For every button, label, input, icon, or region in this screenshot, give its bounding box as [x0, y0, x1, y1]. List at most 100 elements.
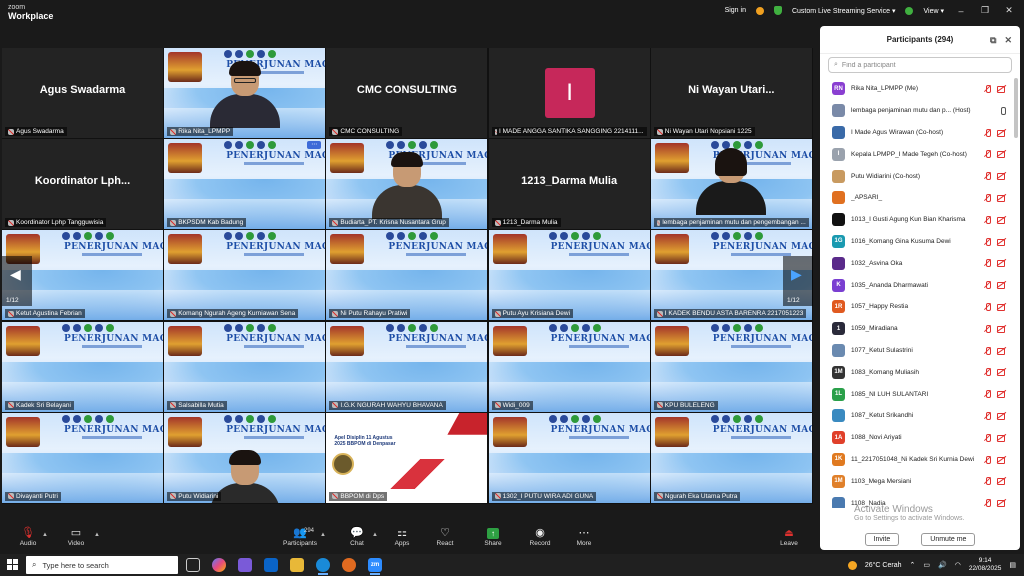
- participant-row[interactable]: lembaga penjaminan mutu dan p... (Host): [820, 100, 1012, 122]
- video-tile[interactable]: Koordinator Lph... Koordinator Lphp Tangg…: [2, 139, 163, 230]
- video-tile[interactable]: Agus Swadarma Agus Swadarma: [2, 48, 163, 138]
- participant-row[interactable]: 1032_Asvina Oka: [820, 252, 1012, 274]
- participant-row[interactable]: 1K 11_2217051048_Ni Kadek Sri Kurnia Dewi: [820, 449, 1012, 471]
- video-tile[interactable]: PENERJUNAN MAGANG 1302_I PUTU WIRA ADI GU…: [488, 412, 650, 503]
- taskbar-search-input[interactable]: [42, 560, 163, 570]
- sign-in-link[interactable]: Sign in: [725, 7, 746, 14]
- video-tile[interactable]: PENERJUNAN MAGANG Kadek Sri Belayani: [2, 321, 163, 412]
- streaming-dropdown[interactable]: Custom Live Streaming Service ▾: [792, 7, 896, 15]
- wifi-icon[interactable]: ◠: [955, 561, 961, 569]
- participant-search-input[interactable]: [841, 61, 992, 69]
- audio-options-caret[interactable]: ▲: [42, 532, 48, 538]
- notification-icon[interactable]: [755, 6, 764, 15]
- page-indicator-left: 1/12: [6, 297, 19, 304]
- tray-overflow-icon[interactable]: ⌃: [910, 561, 916, 569]
- more-button[interactable]: ⋯ More: [564, 526, 604, 547]
- participant-list-scrollbar[interactable]: [1014, 78, 1018, 138]
- outlook-icon[interactable]: [264, 558, 278, 572]
- share-button[interactable]: ↑ Share: [473, 526, 513, 547]
- participant-row[interactable]: 1A 1088_Novi Ariyati: [820, 427, 1012, 449]
- video-tile[interactable]: PENERJUNAN MAGANG Ni Putu Rahayu Pratiwi: [326, 230, 488, 321]
- participant-search[interactable]: ⌕: [828, 57, 1012, 73]
- encryption-icon[interactable]: [905, 6, 914, 15]
- close-window-button[interactable]: ✕: [1002, 5, 1016, 16]
- participant-row[interactable]: 1 1059_Miradiana: [820, 318, 1012, 340]
- participant-row[interactable]: 1013_I Gusti Agung Kun Bian Kharisma: [820, 209, 1012, 231]
- participant-row[interactable]: 1077_Ketut Sulastrini: [820, 340, 1012, 362]
- firefox-icon[interactable]: [342, 558, 356, 572]
- security-shield-icon[interactable]: [773, 6, 782, 15]
- video-tile[interactable]: 1213_Darma Mulia 1213_Darma Mulia: [488, 139, 650, 230]
- video-button[interactable]: ▭ Video: [56, 526, 96, 547]
- mic-muted-icon: [494, 219, 501, 226]
- video-tile[interactable]: CMC CONSULTING CMC CONSULTING: [326, 48, 488, 138]
- restore-button[interactable]: ❐: [978, 5, 992, 16]
- clock[interactable]: 9:14 22/08/2025: [969, 557, 1002, 573]
- video-tile[interactable]: PENERJUNAN MAGANG Komang Ngurah Ageng Kur…: [164, 230, 326, 321]
- video-options-caret[interactable]: ▲: [94, 532, 100, 538]
- video-tile[interactable]: PENERJUNAN MAGANGBudiarta_PT. Krisna Nus…: [326, 139, 488, 230]
- participant-row[interactable]: 1M 1083_Komang Muliasih: [820, 361, 1012, 383]
- avatar: [832, 125, 845, 139]
- participant-row[interactable]: I Made Agus Wirawan (Co-host): [820, 122, 1012, 144]
- teams-icon[interactable]: [238, 558, 252, 572]
- magang-banner-background: PENERJUNAN MAGANG: [164, 230, 326, 321]
- file-explorer-icon[interactable]: [290, 558, 304, 572]
- react-button[interactable]: ♡ React: [425, 526, 465, 547]
- video-tile[interactable]: PENERJUNAN MAGANGlembaga penjaminan mutu…: [650, 139, 812, 230]
- clock-date: 22/08/2025: [968, 565, 1002, 572]
- video-tile[interactable]: Apel Disiplin 11 Agustus 2025 BBPOM di D…: [326, 412, 488, 503]
- video-tile[interactable]: PENERJUNAN MAGANG⋯ BKPSDM Kab Badung: [164, 139, 326, 230]
- copilot-icon[interactable]: [212, 558, 226, 572]
- video-tile[interactable]: PENERJUNAN MAGANG Salsabilla Mutia: [164, 321, 326, 412]
- weather-text[interactable]: 26°C Cerah: [865, 562, 902, 569]
- invite-button[interactable]: Invite: [864, 532, 900, 546]
- apps-button[interactable]: ⚏ Apps: [382, 526, 422, 547]
- close-panel-icon[interactable]: ✕: [1004, 35, 1012, 46]
- video-tile[interactable]: PENERJUNAN MAGANG KPU BULELENG: [650, 321, 812, 412]
- participant-row[interactable]: 1R 1057_Happy Restia: [820, 296, 1012, 318]
- edge-icon[interactable]: [316, 558, 330, 575]
- mic-muted-icon: [8, 219, 14, 226]
- zoom-taskbar-icon[interactable]: zm: [368, 558, 382, 575]
- video-tile[interactable]: PENERJUNAN MAGANG Divayanti Putri: [2, 412, 163, 503]
- participant-row[interactable]: 1087_Ketut Srikandhi: [820, 405, 1012, 427]
- participants-options-caret[interactable]: ▲: [320, 532, 326, 538]
- video-tile[interactable]: PENERJUNAN MAGANG Putu Widiarini: [164, 412, 326, 503]
- tile-more-options-icon[interactable]: ⋯: [307, 141, 322, 150]
- minimize-button[interactable]: –: [954, 6, 968, 16]
- prev-page-button[interactable]: ◀ 1/12: [2, 256, 32, 306]
- chat-options-caret[interactable]: ▲: [372, 532, 378, 538]
- participant-row[interactable]: 1M 1103_Mega Mersiani: [820, 470, 1012, 492]
- leave-button[interactable]: ⏏ Leave: [769, 526, 809, 547]
- pop-out-icon[interactable]: ⧉: [990, 35, 996, 46]
- participant-row[interactable]: _APSARI_: [820, 187, 1012, 209]
- chat-button[interactable]: 💬 Chat: [337, 526, 377, 547]
- participant-row[interactable]: I Kepala LPMPP_I Made Tegeh (Co-host): [820, 143, 1012, 165]
- participant-row[interactable]: RN Rika Nita_LPMPP (Me): [820, 78, 1012, 100]
- video-tile[interactable]: PENERJUNAN MAGANGRika Nita_LPMPP: [164, 48, 326, 138]
- unmute-me-button[interactable]: Unmute me: [921, 532, 976, 546]
- next-page-button[interactable]: ▶ 1/12: [783, 256, 813, 306]
- windows-start-icon[interactable]: [7, 559, 18, 570]
- video-tile[interactable]: Ni Wayan Utari... Ni Wayan Utari Nopsiani…: [650, 48, 812, 138]
- task-view-icon[interactable]: [186, 558, 200, 572]
- view-dropdown[interactable]: View ▾: [923, 7, 944, 15]
- video-tile[interactable]: PENERJUNAN MAGANG I.G.K NGURAH WAHYU BHAV…: [326, 321, 488, 412]
- record-button[interactable]: ◉ Record: [520, 526, 560, 547]
- weather-sun-icon[interactable]: [847, 560, 857, 570]
- video-tile[interactable]: PENERJUNAN MAGANG Widi_009: [488, 321, 650, 412]
- banner-title: PENERJUNAN MAGANG: [550, 424, 650, 435]
- network-icon[interactable]: ▭: [923, 561, 930, 569]
- taskbar-search[interactable]: ⌕: [26, 556, 178, 574]
- participant-row[interactable]: 1G 1016_Komang Gina Kusuma Dewi: [820, 231, 1012, 253]
- video-tile[interactable]: I I MADE ANGGA SANTIKA SANGGING 2214111..…: [488, 48, 650, 138]
- participant-row[interactable]: K 1035_Ananda Dharmawati: [820, 274, 1012, 296]
- video-tile[interactable]: PENERJUNAN MAGANG Putu Ayu Krisiana Dewi: [488, 230, 650, 321]
- participant-row[interactable]: Putu Widiarini (Co-host): [820, 165, 1012, 187]
- notifications-icon[interactable]: ▤: [1009, 561, 1016, 569]
- video-tile[interactable]: PENERJUNAN MAGANG Ngurah Eka Utama Putra: [650, 412, 812, 503]
- volume-icon[interactable]: 🔊: [938, 561, 947, 569]
- participant-row[interactable]: 1L 1085_NI LUH SULANTARI: [820, 383, 1012, 405]
- participants-button[interactable]: 👥 294 Participants: [278, 526, 322, 547]
